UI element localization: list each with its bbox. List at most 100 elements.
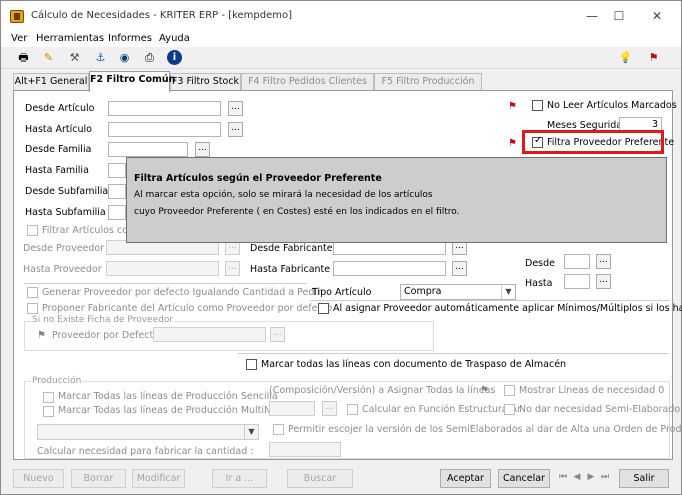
marcar-sencilla-checkbox[interactable] bbox=[43, 392, 54, 403]
tooltip-line-1: Al marcar esta opción, solo se mirará la… bbox=[134, 190, 433, 200]
button-bar: Nuevo Borrar Modificar Ir a ... Buscar A… bbox=[1, 464, 681, 494]
pencil-icon[interactable]: ✎ bbox=[41, 50, 56, 65]
ir-a-button[interactable]: Ir a ... bbox=[212, 469, 267, 488]
menu-ayuda[interactable]: Ayuda bbox=[159, 33, 190, 44]
desde-articulo-lookup[interactable]: ... bbox=[228, 101, 243, 116]
permitir-version-checkbox[interactable] bbox=[273, 424, 284, 435]
si-no-existe-title: Si no Existe Ficha de Proveedor bbox=[31, 315, 175, 325]
printer-icon[interactable]: 🖶 bbox=[16, 50, 31, 65]
asignar-proveedor-checkbox[interactable] bbox=[318, 303, 329, 314]
last-record-icon[interactable]: ⏭ bbox=[599, 472, 611, 485]
hasta-subfamilia-input[interactable] bbox=[108, 205, 126, 220]
generar-proveedor-checkbox[interactable] bbox=[27, 287, 38, 298]
hasta-fabricante-input[interactable] bbox=[333, 261, 446, 276]
divider bbox=[310, 300, 670, 301]
tipo-articulo-select[interactable]: Compra ▼ bbox=[400, 284, 516, 300]
calcular-estructura-checkbox[interactable] bbox=[347, 404, 358, 415]
calcular-estructura-label: Calcular en Función Estructura Ar bbox=[362, 404, 522, 415]
desde-proveedor-label: Desde Proveedor bbox=[23, 243, 105, 254]
desde-subfamilia-input[interactable] bbox=[108, 184, 126, 199]
hasta-articulo-lookup[interactable]: ... bbox=[228, 122, 243, 137]
eye-icon[interactable]: ◉ bbox=[117, 50, 132, 65]
calcular-necesidad-input[interactable] bbox=[269, 442, 341, 457]
desde-fabricante-label: Desde Fabricante bbox=[250, 243, 333, 254]
proponer-fabricante-label: Proponer Fabricante del Artículo como Pr… bbox=[42, 303, 333, 314]
menu-herramientas[interactable]: Herramientas bbox=[36, 33, 104, 44]
main-window: Cálculo de Necesidades - KRITER ERP - [k… bbox=[0, 0, 682, 495]
chevron-down-icon: ▼ bbox=[244, 425, 258, 439]
mostrar-lineas-checkbox[interactable] bbox=[504, 385, 515, 396]
toolbar: 🖶 ✎ ⚒ ⚓ ◉ ⎙ i 💡 ⚑ bbox=[1, 47, 681, 69]
modificar-button[interactable]: Modificar bbox=[132, 469, 185, 488]
highlight-box bbox=[522, 130, 664, 154]
maximize-button[interactable]: ☐ bbox=[606, 7, 632, 25]
no-leer-checkbox[interactable] bbox=[532, 100, 543, 111]
cancelar-button[interactable]: Cancelar bbox=[498, 469, 550, 488]
proveedor-defecto-input[interactable] bbox=[153, 327, 266, 342]
buscar-button[interactable]: Buscar bbox=[287, 469, 353, 488]
desde-lookup[interactable]: ... bbox=[596, 254, 611, 269]
hasta-articulo-input[interactable] bbox=[108, 122, 221, 137]
si-no-existe-group: Si no Existe Ficha de Proveedor ⚑ Provee… bbox=[24, 315, 434, 351]
tab-filtro-pedidos-clientes[interactable]: F4 Filtro Pedidos Clientes bbox=[241, 73, 374, 91]
print-icon[interactable]: ⎙ bbox=[142, 50, 157, 65]
marcar-sencilla-label: Marcar Todas las líneas de Producción Se… bbox=[58, 391, 278, 402]
tab-filtro-comun[interactable]: F2 Filtro Común bbox=[89, 71, 175, 92]
desde-articulo-input[interactable] bbox=[108, 101, 221, 116]
filtrar-articulos-checkbox[interactable] bbox=[27, 225, 38, 236]
marcar-multinivel-checkbox[interactable] bbox=[43, 406, 54, 417]
proveedor-defecto-lookup[interactable]: ... bbox=[270, 327, 285, 342]
composicion-label: (Composición/Versión) a Asignar Todas la… bbox=[269, 385, 496, 396]
marcar-traspaso-checkbox[interactable] bbox=[246, 359, 257, 370]
no-dar-checkbox[interactable] bbox=[504, 404, 515, 415]
desde-familia-input[interactable] bbox=[108, 142, 188, 157]
lightbulb-icon[interactable]: 💡 bbox=[618, 50, 633, 65]
hasta-articulo-label: Hasta Artículo bbox=[25, 124, 92, 135]
aceptar-button[interactable]: Aceptar bbox=[440, 469, 491, 488]
produccion-group: Producción Marcar Todas las líneas de Pr… bbox=[24, 376, 682, 459]
hook-icon[interactable]: ⚓ bbox=[93, 50, 108, 65]
flag-icon[interactable]: ⚑ bbox=[646, 50, 661, 65]
tab-general[interactable]: Alt+F1 General bbox=[13, 73, 89, 91]
hasta-input[interactable] bbox=[564, 274, 590, 289]
hammer-icon[interactable]: ⚒ bbox=[67, 50, 82, 65]
hasta-fabricante-lookup[interactable]: ... bbox=[452, 261, 467, 276]
flag-icon: ⚑ bbox=[508, 101, 517, 112]
divider bbox=[24, 283, 306, 284]
tipo-articulo-value: Compra bbox=[404, 286, 442, 297]
mostrar-lineas-label: Mostrar Líneas de necesidad 0 bbox=[519, 385, 665, 396]
nuevo-button[interactable]: Nuevo bbox=[13, 469, 64, 488]
proveedor-defecto-label: Proveedor por Defecto bbox=[52, 330, 160, 341]
prev-record-icon[interactable]: ◀ bbox=[571, 472, 583, 485]
minimize-button[interactable]: — bbox=[579, 7, 605, 25]
menu-ver[interactable]: Ver bbox=[11, 33, 27, 44]
desde-familia-label: Desde Familia bbox=[25, 144, 92, 155]
hasta-proveedor-lookup[interactable]: ... bbox=[225, 261, 240, 276]
hasta-label: Hasta bbox=[525, 278, 553, 289]
menu-informes[interactable]: Informes bbox=[108, 33, 152, 44]
produccion-select[interactable]: ▼ bbox=[37, 424, 259, 440]
proponer-fabricante-checkbox[interactable] bbox=[27, 303, 38, 314]
divider bbox=[238, 353, 668, 354]
close-button[interactable]: ✕ bbox=[644, 7, 670, 25]
produccion-title: Producción bbox=[31, 376, 83, 386]
permitir-version-label: Permitir escojer la versión de los SemiE… bbox=[288, 424, 682, 435]
borrar-button[interactable]: Borrar bbox=[71, 469, 126, 488]
salir-button[interactable]: Salir bbox=[619, 469, 669, 488]
tooltip: Filtra Artículos según el Proveedor Pref… bbox=[126, 157, 667, 243]
hasta-proveedor-input[interactable] bbox=[106, 261, 219, 276]
tab-filtro-stock[interactable]: F3 Filtro Stock bbox=[170, 73, 241, 91]
composicion-input[interactable] bbox=[269, 401, 315, 416]
hasta-lookup[interactable]: ... bbox=[596, 274, 611, 289]
info-icon[interactable]: i bbox=[167, 50, 182, 65]
tooltip-line-2: cuyo Proveedor Preferente ( en Costes) e… bbox=[134, 207, 460, 217]
composicion-lookup[interactable]: ... bbox=[322, 401, 337, 416]
desde-input[interactable] bbox=[564, 254, 590, 269]
desde-familia-lookup[interactable]: ... bbox=[195, 142, 210, 157]
marcar-traspaso-label: Marcar todas las líneas con documento de… bbox=[261, 359, 567, 370]
first-record-icon[interactable]: ⏮ bbox=[557, 472, 569, 485]
next-record-icon[interactable]: ▶ bbox=[585, 472, 597, 485]
flag-icon: ⚑ bbox=[480, 385, 489, 396]
hasta-familia-input[interactable] bbox=[108, 163, 126, 178]
tab-filtro-produccion[interactable]: F5 Filtro Producción bbox=[374, 73, 482, 91]
